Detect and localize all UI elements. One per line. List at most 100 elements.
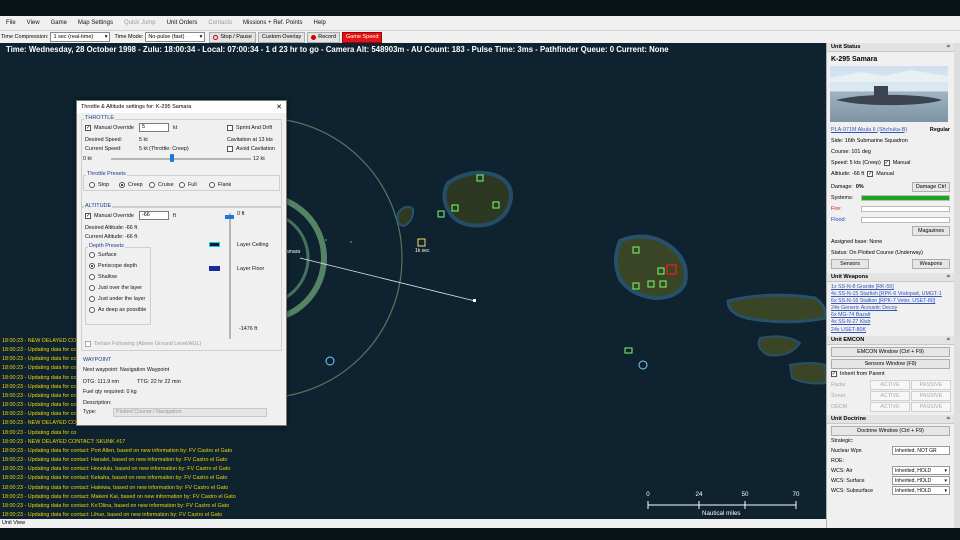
red-toolbar-button[interactable]: Game Speed: [342, 31, 383, 43]
throttle-preset-radio[interactable]: [179, 182, 185, 188]
menu-quick-jump[interactable]: Quick Jump: [124, 20, 156, 26]
log-line: 18:00:23 - Updating data for contact: Ma…: [2, 493, 236, 500]
collapse-icon[interactable]: ≈: [947, 44, 950, 50]
own-unit-marker[interactable]: [417, 238, 426, 247]
inherit-checkbox[interactable]: ✓: [831, 371, 837, 378]
collapse-icon[interactable]: ≈: [947, 416, 950, 422]
menu-help[interactable]: Help: [314, 20, 326, 26]
menu-game[interactable]: Game: [51, 20, 67, 26]
stop-icon: [213, 34, 219, 40]
depth-preset-radio[interactable]: [89, 263, 95, 269]
record-button[interactable]: Record: [307, 31, 340, 43]
throttle-manual-override-checkbox[interactable]: ✓: [85, 125, 91, 131]
weapon-link[interactable]: 24x USET-80K: [831, 327, 950, 334]
unit-class-link[interactable]: PLA-971M Akula II (Shchuka-B): [831, 127, 907, 133]
throttle-preset-radio[interactable]: [209, 182, 215, 188]
time-compression-select[interactable]: 1 sec (real-time) ▾: [50, 32, 111, 42]
throttle-preset-radio[interactable]: [149, 182, 155, 188]
depth-preset-radio[interactable]: [89, 296, 95, 302]
sensors-window-button[interactable]: Sensors Window (F9): [831, 358, 950, 369]
emcon-active-button[interactable]: ACTIVE: [870, 401, 910, 412]
throttle-preset-label: Full: [188, 182, 197, 188]
description-label: Description:: [83, 400, 112, 406]
depth-slider-track[interactable]: [229, 213, 231, 339]
doctrine-select[interactable]: Inherited, HOLD ▾: [892, 466, 950, 476]
depth-preset-radio[interactable]: [89, 274, 95, 280]
time-mode-select[interactable]: No-pulse (fast) ▾: [145, 32, 206, 42]
waypoint-marker[interactable]: [473, 299, 476, 302]
weapon-link[interactable]: 1x SS-N-8 Granite [RK-55]: [831, 284, 950, 291]
damage-value: 0%: [855, 183, 864, 190]
speed-slider-track[interactable]: [111, 158, 251, 160]
weapon-link[interactable]: 24x Generic Acoustic Decoy: [831, 305, 950, 312]
unit-weapons-header[interactable]: Unit Weapons ≈: [827, 273, 954, 282]
altitude-manual-checkbox[interactable]: ✓: [867, 170, 874, 177]
altitude-manual-override-label: Manual Override: [94, 213, 134, 219]
damage-ctrl-button[interactable]: Damage Ctrl: [912, 181, 950, 192]
avoid-cavitation-checkbox[interactable]: [227, 146, 233, 152]
assigned-base-row: Assigned base: None: [827, 236, 954, 247]
menu-file[interactable]: File: [6, 20, 16, 26]
speed-slider-max: 12 kt: [253, 156, 265, 162]
weapon-link[interactable]: 4x SS-N-27 Klub: [831, 319, 950, 326]
weapon-link[interactable]: 4x SS-N-15 Starfish [RPK-6 Vodopad, UMGT…: [831, 291, 950, 298]
doctrine-row: WCS: Air Inherited, HOLD ▾: [827, 466, 954, 476]
throttle-preset-radio[interactable]: [119, 182, 125, 188]
altitude-input[interactable]: -66: [139, 211, 169, 220]
doctrine-select[interactable]: Inherited, HOLD ▾: [892, 486, 950, 496]
doctrine-select-value: Inherited, HOLD: [895, 477, 932, 484]
unit-weapons-title: Unit Weapons: [831, 274, 869, 280]
depth-preset-radio[interactable]: [89, 307, 95, 313]
depth-scale-bottom: -1476 ft: [239, 326, 258, 332]
throttle-preset-radio[interactable]: [89, 182, 95, 188]
depth-slider-thumb[interactable]: [225, 215, 234, 219]
speed-input[interactable]: 5: [139, 123, 169, 132]
menu-unit-orders[interactable]: Unit Orders: [167, 20, 198, 26]
collapse-icon[interactable]: ≈: [947, 274, 950, 280]
doctrine-window-button[interactable]: Doctrine Window (Ctrl + F9): [831, 425, 950, 436]
sensors-button[interactable]: Sensors: [831, 258, 869, 269]
menu-map-settings[interactable]: Map Settings: [78, 20, 113, 26]
sonobuoy-icon[interactable]: [638, 360, 648, 370]
emcon-active-button[interactable]: ACTIVE: [870, 390, 910, 401]
menu-view[interactable]: View: [27, 20, 40, 26]
custom-overlay-button[interactable]: Custom Overlay: [257, 31, 306, 43]
menu-missions[interactable]: Missions + Ref. Points: [243, 20, 303, 26]
inherit-label: Inherit from Parent: [840, 371, 885, 378]
sprint-drift-checkbox[interactable]: [227, 125, 233, 131]
emcon-window-button[interactable]: EMCON Window (Ctrl + F9): [831, 346, 950, 357]
depth-preset-label: Just under the layer: [98, 296, 146, 302]
menu-bar: File View Game Map Settings Quick Jump U…: [0, 16, 960, 30]
depth-preset-radio[interactable]: [89, 252, 95, 258]
weapon-link[interactable]: 6x SS-N-16 Stallion [RPK-7 Veter, USET-8…: [831, 298, 950, 305]
unit-status-header[interactable]: Unit Status ≈: [827, 43, 954, 52]
weapon-link[interactable]: 6x MG-74 Bazalt: [831, 312, 950, 319]
unit-emcon-header[interactable]: Unit EMCON ≈: [827, 335, 954, 345]
speed-manual-checkbox[interactable]: ✓: [883, 159, 890, 166]
emcon-passive-button[interactable]: PASSIVE: [911, 379, 951, 390]
depth-preset-radio[interactable]: [89, 285, 95, 291]
stop-pause-button[interactable]: Stop / Pause: [209, 31, 256, 43]
speed-slider-thumb[interactable]: [169, 154, 174, 162]
nuclear-select[interactable]: Inherited, NOT GR: [892, 446, 950, 456]
strategic-row: Strategic:: [827, 436, 954, 446]
magazines-button[interactable]: Magazines: [912, 225, 950, 236]
emcon-passive-button[interactable]: PASSIVE: [911, 401, 951, 412]
panel-scrollbar[interactable]: [954, 43, 960, 528]
collapse-icon[interactable]: ≈: [947, 337, 950, 343]
doctrine-select[interactable]: Inherited, HOLD ▾: [892, 476, 950, 486]
altitude-manual-override-checkbox[interactable]: ✓: [85, 213, 91, 219]
close-icon[interactable]: ✕: [276, 103, 282, 111]
weapons-button[interactable]: Weapons: [912, 258, 950, 269]
log-line: 18:00:23 - Updating data for contact: Ho…: [2, 466, 231, 473]
systems-bar: [860, 194, 950, 201]
emcon-passive-button[interactable]: PASSIVE: [911, 390, 951, 401]
nuclear-value: Inherited, NOT GR: [895, 447, 937, 454]
unit-doctrine-header[interactable]: Unit Doctrine ≈: [827, 414, 954, 424]
desired-speed-label: Desired Speed:: [85, 137, 123, 143]
emcon-active-button[interactable]: ACTIVE: [870, 379, 910, 390]
doctrine-buttons: Doctrine Window (Ctrl + F9): [827, 424, 954, 436]
sonobuoy-icon[interactable]: [325, 356, 335, 366]
menu-contacts[interactable]: Contacts: [208, 20, 232, 26]
terrain-following-checkbox[interactable]: [85, 341, 91, 347]
